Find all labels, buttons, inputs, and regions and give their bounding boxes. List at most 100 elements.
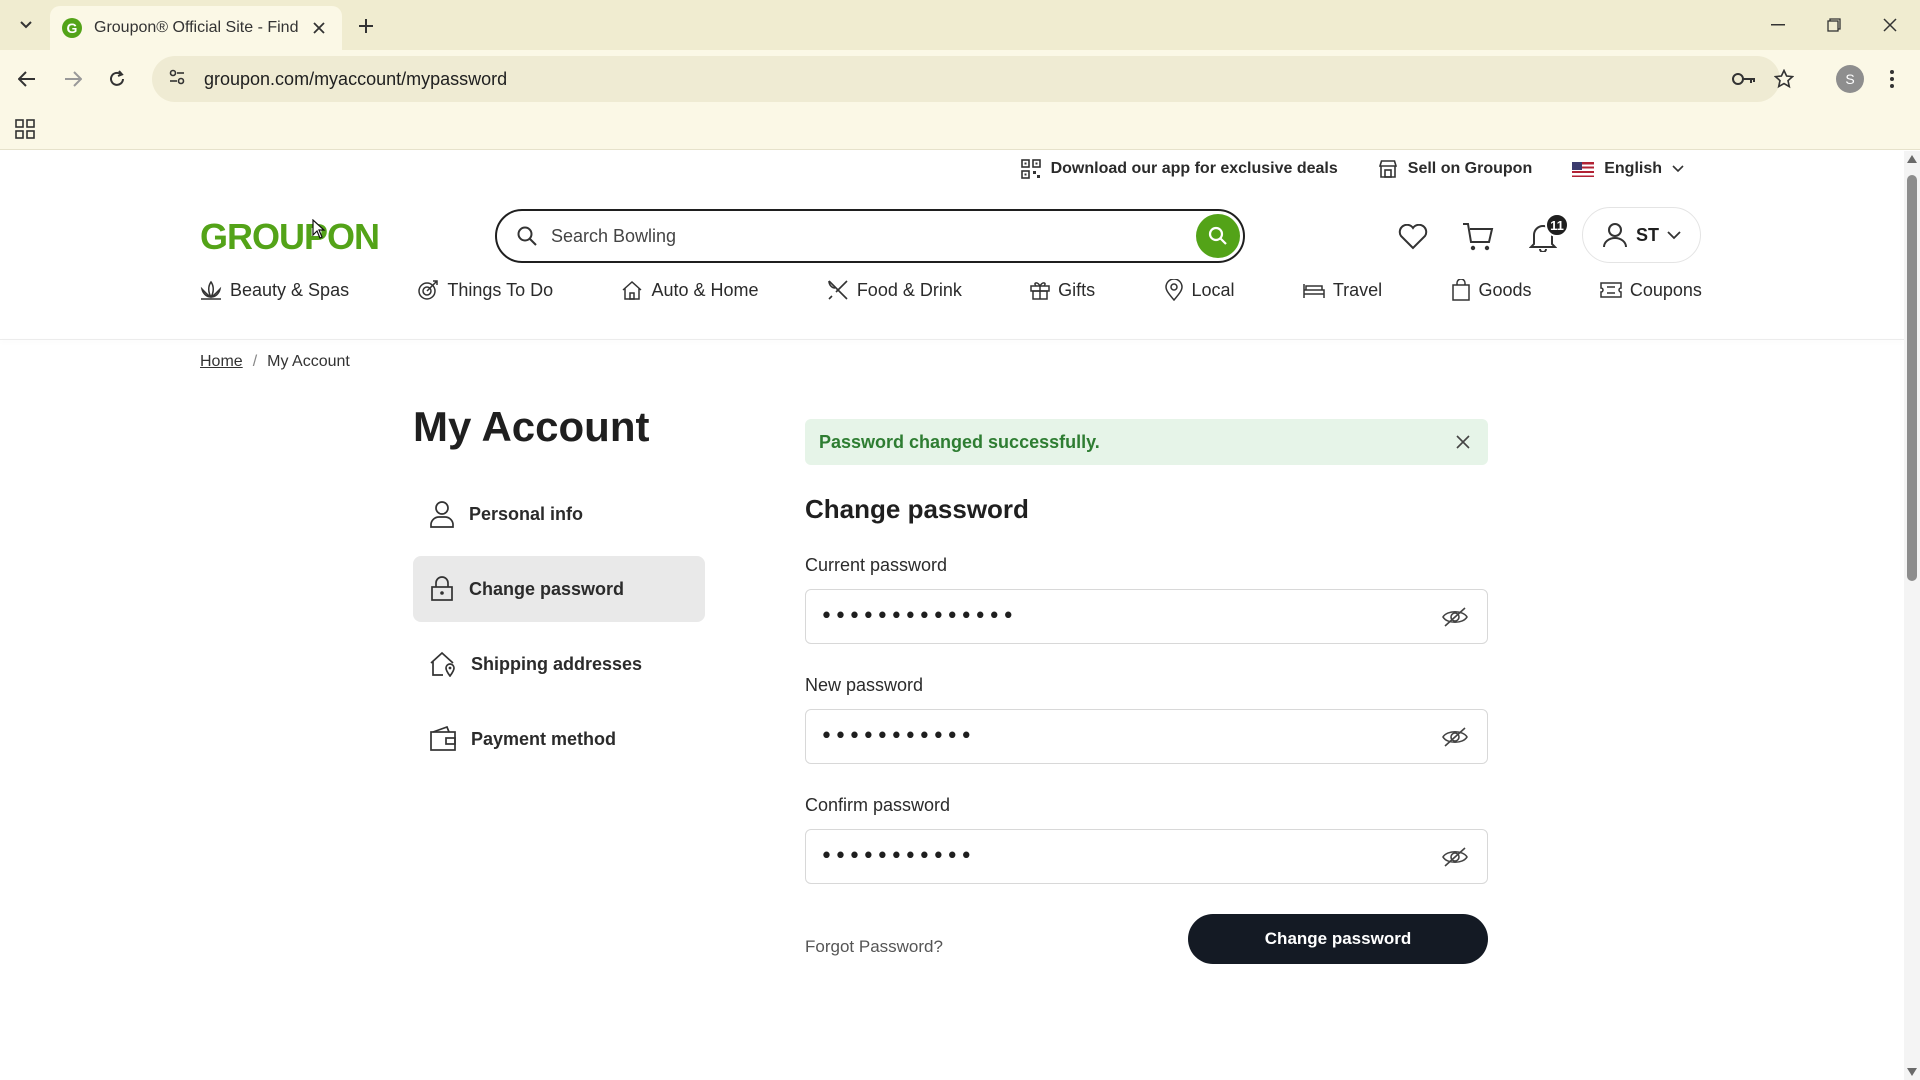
cart-icon[interactable] (1458, 217, 1498, 257)
window-close-icon[interactable] (1870, 8, 1910, 42)
category-label: Gifts (1058, 279, 1096, 300)
back-arrow-icon[interactable] (10, 62, 44, 96)
storefront-icon (1378, 160, 1397, 178)
search-bar[interactable] (495, 209, 1245, 263)
target-icon (418, 280, 439, 300)
breadcrumb-home-link[interactable]: Home (200, 353, 243, 371)
scroll-down-arrow-icon[interactable] (1907, 1068, 1917, 1076)
eye-slash-icon[interactable] (1441, 844, 1469, 870)
house-pin-icon (430, 651, 455, 677)
page-content: Download our app for exclusive deals Sel… (0, 151, 1904, 1080)
category-things-to-do[interactable]: Things To Do (417, 279, 553, 301)
category-travel[interactable]: Travel (1303, 279, 1382, 301)
search-input[interactable] (551, 225, 1151, 247)
success-alert-text: Password changed successfully. (819, 431, 1100, 452)
sidenav-item-change-password[interactable]: Change password (413, 556, 705, 622)
eye-slash-icon[interactable] (1441, 724, 1469, 750)
lock-icon (431, 576, 453, 601)
browser-tabstrip: G Groupon® Official Site - Find L (0, 0, 1920, 50)
alert-close-icon[interactable] (1452, 431, 1474, 453)
forward-arrow-icon[interactable] (56, 62, 90, 96)
user-icon (1602, 223, 1627, 248)
tab-search-chevron-icon[interactable] (10, 10, 42, 40)
category-beauty-spas[interactable]: Beauty & Spas (200, 279, 349, 301)
confirm-password-field[interactable] (805, 829, 1488, 884)
url-text[interactable]: groupon.com/myaccount/mypassword (204, 69, 507, 90)
success-alert: Password changed successfully. (805, 419, 1488, 465)
qr-code-icon (1020, 159, 1041, 179)
groupon-logo[interactable]: GROUPON (200, 216, 380, 258)
download-app-link[interactable]: Download our app for exclusive deals (1020, 159, 1338, 179)
chevron-down-icon (1667, 230, 1681, 239)
map-pin-icon (1164, 279, 1183, 301)
shopping-bag-icon (1451, 279, 1470, 301)
confirm-password-input[interactable] (820, 844, 1380, 869)
minimize-icon[interactable] (1758, 8, 1798, 42)
utensils-icon (828, 280, 848, 300)
person-icon (430, 501, 454, 528)
sidenav-item-shipping-addresses[interactable]: Shipping addresses (413, 631, 705, 697)
scroll-up-arrow-icon[interactable] (1907, 155, 1917, 163)
category-auto-home[interactable]: Auto & Home (621, 279, 759, 301)
page-title: My Account (413, 403, 650, 450)
change-password-button[interactable]: Change password (1188, 914, 1488, 964)
password-key-icon[interactable] (1732, 56, 1756, 102)
tab-close-icon[interactable] (308, 17, 330, 39)
new-tab-plus-icon[interactable] (352, 12, 380, 40)
restore-icon[interactable] (1814, 8, 1854, 42)
download-app-label: Download our app for exclusive deals (1050, 160, 1338, 177)
notifications-bell-icon[interactable]: 11 (1523, 213, 1569, 257)
account-sidenav: Personal info Change password Shipping a… (413, 481, 705, 781)
current-password-field[interactable] (805, 589, 1488, 644)
breadcrumb-separator: / (252, 353, 258, 370)
bookmark-star-icon[interactable] (1774, 56, 1794, 102)
wallet-icon (430, 726, 456, 751)
reload-icon[interactable] (100, 62, 134, 96)
wishlist-heart-icon[interactable] (1393, 217, 1433, 257)
profile-avatar[interactable]: S (1836, 65, 1864, 93)
language-selector[interactable]: English (1572, 160, 1684, 178)
user-account-menu[interactable]: ST (1582, 207, 1701, 263)
search-submit-button[interactable] (1196, 214, 1240, 258)
lotus-icon (200, 280, 222, 300)
current-password-input[interactable] (820, 604, 1380, 629)
user-initials: ST (1635, 224, 1659, 245)
bookmarks-bar (0, 108, 1920, 150)
site-info-icon[interactable] (168, 68, 186, 91)
category-food-drink[interactable]: Food & Drink (827, 279, 962, 301)
sell-label: Sell on Groupon (1407, 160, 1533, 177)
category-label: Food & Drink (856, 279, 962, 300)
search-icon (1208, 226, 1227, 245)
category-goods[interactable]: Goods (1451, 279, 1532, 301)
mouse-cursor-icon (312, 219, 326, 239)
new-password-label: New password (805, 675, 924, 695)
category-local[interactable]: Local (1164, 279, 1235, 301)
address-bar[interactable]: groupon.com/myaccount/mypassword (152, 56, 1794, 102)
sidenav-item-payment-method[interactable]: Payment method (413, 706, 705, 772)
page-scrollbar[interactable] (1904, 151, 1920, 1080)
sidenav-item-personal-info[interactable]: Personal info (413, 481, 705, 547)
search-icon (517, 226, 537, 246)
sidenav-label: Shipping addresses (471, 653, 643, 674)
category-gifts[interactable]: Gifts (1030, 279, 1095, 301)
form-title: Change password (805, 494, 1029, 524)
browser-menu-icon[interactable] (1880, 64, 1904, 94)
new-password-field[interactable] (805, 709, 1488, 764)
browser-tab[interactable]: G Groupon® Official Site - Find L (50, 6, 342, 50)
coupon-icon (1600, 282, 1622, 298)
category-coupons[interactable]: Coupons (1600, 279, 1702, 301)
category-label: Travel (1332, 279, 1383, 300)
tab-title: Groupon® Official Site - Find L (94, 19, 304, 36)
new-password-input[interactable] (820, 724, 1380, 749)
eye-slash-icon[interactable] (1441, 604, 1469, 630)
breadcrumb: Home / My Account (200, 353, 350, 371)
category-label: Things To Do (447, 279, 554, 300)
scrollbar-thumb[interactable] (1907, 175, 1917, 581)
sell-on-groupon-link[interactable]: Sell on Groupon (1378, 159, 1532, 179)
header-divider (0, 339, 1904, 340)
sidenav-label: Personal info (469, 503, 584, 524)
forgot-password-link[interactable]: Forgot Password? (805, 937, 943, 957)
chevron-down-icon (1672, 165, 1684, 173)
apps-grid-icon[interactable] (12, 116, 38, 142)
sidenav-label: Change password (469, 578, 625, 599)
